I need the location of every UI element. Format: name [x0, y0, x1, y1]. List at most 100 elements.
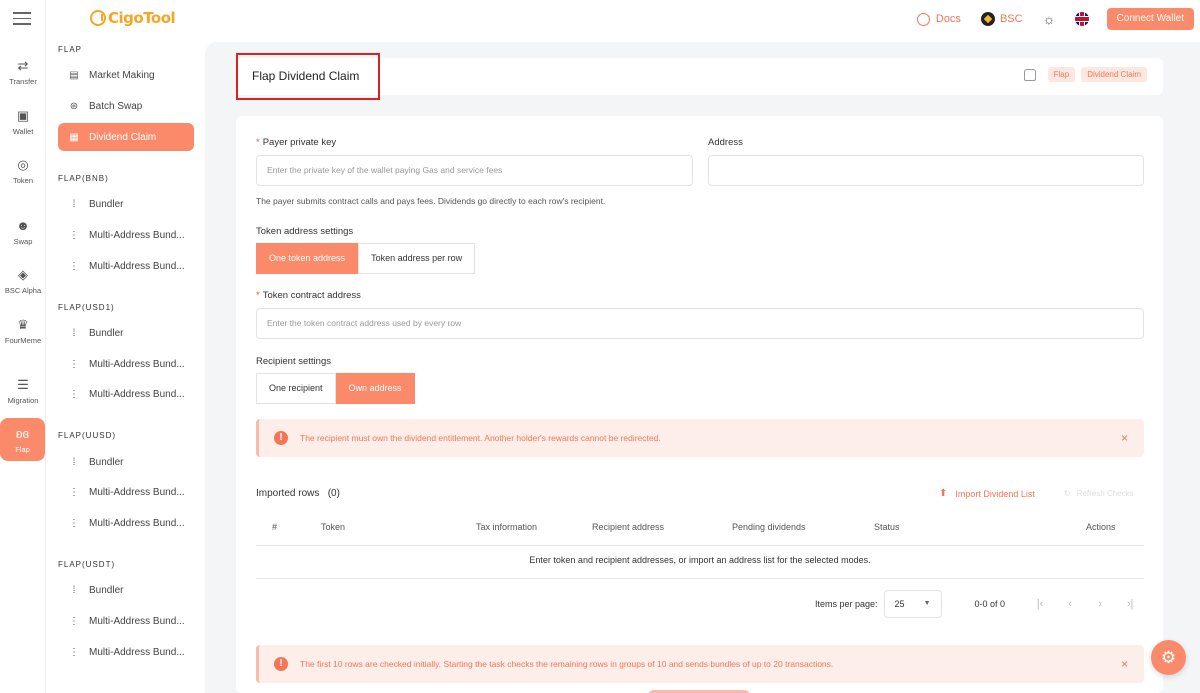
recipient-mode-toggle: One recipient Own address [256, 373, 415, 404]
payer-hint: The payer submits contract calls and pay… [256, 196, 606, 206]
rail-item-token[interactable]: ◎ Token [0, 157, 46, 185]
token-contract-input[interactable]: Enter the token contract address used by… [256, 308, 1144, 339]
import-dividend-list-button[interactable]: ⬆ Import Dividend List [939, 488, 1035, 499]
nav-item-usdt-multi-address-1[interactable]: ⋮ Multi-Address Bund... [58, 607, 194, 635]
address-field[interactable] [708, 155, 1144, 186]
token-icon: ◎ [17, 157, 29, 172]
multi-address-icon: ⋮ [69, 229, 79, 241]
icon-rail: ⇄ Transfer ▣ Wallet ◎ Token ☻ Swap ◈ BSC… [0, 0, 46, 693]
settings-gear-icon[interactable]: ⚙ [1151, 640, 1186, 675]
last-page-icon[interactable]: ›| [1115, 598, 1145, 610]
option-one-recipient[interactable]: One recipient [256, 373, 336, 404]
payer-private-key-label: * Payer private key [256, 137, 337, 148]
title-highlight-box [236, 53, 380, 100]
rail-item-swap[interactable]: ☻ Swap [0, 218, 46, 246]
payer-private-key-input[interactable]: Enter the private key of the wallet payi… [256, 155, 693, 186]
group-label-flap-usd1: FLAP(USD1) [58, 303, 115, 312]
hamburger-menu-icon[interactable] [13, 12, 31, 26]
rail-item-transfer[interactable]: ⇄ Transfer [0, 58, 46, 86]
token-settings-label: Token address settings [256, 226, 354, 237]
close-icon[interactable]: × [1121, 657, 1128, 671]
refresh-icon: ↻ [1064, 489, 1071, 498]
option-one-token-address[interactable]: One token address [256, 243, 359, 274]
prev-page-icon[interactable]: ‹ [1055, 598, 1085, 610]
gift-icon: ▦ [69, 131, 79, 143]
rail-item-wallet[interactable]: ▣ Wallet [0, 108, 46, 136]
imported-rows-title: Imported rows (0) [256, 488, 340, 499]
fourmeme-icon: ♛ [17, 317, 29, 332]
multi-address-icon: ⋮ [69, 517, 79, 529]
docs-icon [916, 12, 930, 26]
multi-address-icon: ⋮ [69, 646, 79, 658]
bsc-alpha-icon: ◈ [18, 267, 28, 282]
nav-item-market-making[interactable]: ▤ Market Making [58, 61, 194, 89]
secondary-sidebar: FLAP ▤ Market Making ⊛ Batch Swap ▦ Dividen… [48, 34, 203, 693]
column-header-token: Token [321, 522, 346, 532]
table-header-divider [256, 545, 1144, 546]
language-flag-uk-icon[interactable] [1074, 12, 1089, 26]
multi-address-icon: ⋮ [69, 388, 79, 400]
market-making-icon: ▤ [69, 69, 79, 81]
nav-item-bnb-multi-address-1[interactable]: ⋮ Multi-Address Bund... [58, 221, 194, 249]
nav-item-usd1-multi-address-2[interactable]: ⋮ Multi-Address Bund... [58, 380, 194, 408]
rail-item-flap[interactable]: ʚɞ Flap [0, 418, 45, 461]
docs-link[interactable]: Docs [916, 12, 961, 26]
nav-item-batch-swap[interactable]: ⊛ Batch Swap [58, 92, 194, 120]
bundler-icon: ⁞ [72, 198, 76, 210]
first-page-icon[interactable]: |‹ [1025, 598, 1055, 610]
bnb-chain-icon [980, 12, 995, 26]
transfer-icon: ⇄ [17, 58, 29, 73]
page-range: 0-0 of 0 [974, 599, 1006, 609]
rail-item-bsc-alpha[interactable]: ◈ BSC Alpha [0, 267, 46, 295]
address-label: Address [708, 137, 743, 148]
multi-address-icon: ⋮ [69, 260, 79, 272]
nav-item-usd1-multi-address-1[interactable]: ⋮ Multi-Address Bund... [58, 350, 194, 378]
nav-item-dividend-claim[interactable]: ▦ Dividend Claim [58, 123, 194, 151]
connect-wallet-button[interactable]: Connect Wallet [1106, 8, 1194, 30]
recipient-warning-alert: ! The recipient must own the dividend en… [256, 419, 1144, 457]
header-actions: Docs BSC ☼ Connect Wallet [916, 8, 1194, 30]
multi-address-icon: ⋮ [69, 615, 79, 627]
option-token-address-per-row[interactable]: Token address per row [358, 243, 476, 274]
option-own-address[interactable]: Own address [335, 373, 415, 404]
column-header-pending-dividends: Pending dividends [732, 522, 806, 532]
page-size-select[interactable]: 25 ▼ [883, 590, 942, 618]
next-page-icon[interactable]: › [1085, 598, 1115, 610]
rail-item-fourmeme[interactable]: ♛ FourMeme [0, 317, 46, 345]
column-header-actions: Actions [1086, 522, 1116, 532]
nav-item-uusd-multi-address-1[interactable]: ⋮ Multi-Address Bund... [58, 478, 194, 506]
column-header-tax-information: Tax information [476, 522, 538, 532]
nav-item-uusd-multi-address-2[interactable]: ⋮ Multi-Address Bund... [58, 509, 194, 537]
home-icon[interactable] [1023, 68, 1036, 81]
nav-item-bnb-bundler[interactable]: ⁞ Bundler [58, 190, 194, 218]
logo-mark-icon [90, 10, 106, 26]
group-label-flap-bnb: FLAP(BNB) [58, 174, 109, 183]
bundler-icon: ⁞ [72, 456, 76, 468]
rail-item-migration[interactable]: ☰ Migration [0, 377, 46, 405]
batch-info-alert: ! The first 10 rows are checked initiall… [256, 645, 1144, 683]
nav-item-usd1-bundler[interactable]: ⁞ Bundler [58, 319, 194, 347]
upload-icon: ⬆ [939, 488, 948, 499]
network-selector[interactable]: BSC [980, 12, 1023, 26]
close-icon[interactable]: × [1121, 431, 1128, 445]
app-logo[interactable]: CigoTool [90, 8, 176, 28]
theme-toggle-sun-icon[interactable]: ☼ [1043, 12, 1057, 26]
info-icon: ! [274, 657, 288, 671]
token-contract-label: * Token contract address [256, 290, 361, 301]
refresh-checks-button[interactable]: ↻ Refresh Checks [1064, 489, 1134, 498]
info-icon: ! [274, 431, 288, 445]
breadcrumb-flap[interactable]: Flap [1047, 67, 1076, 82]
nav-item-usdt-bundler[interactable]: ⁞ Bundler [58, 576, 194, 604]
bundler-icon: ⁞ [72, 327, 76, 339]
recipient-settings-label: Recipient settings [256, 356, 331, 367]
nav-item-uusd-bundler[interactable]: ⁞ Bundler [58, 448, 194, 476]
nav-item-bnb-multi-address-2[interactable]: ⋮ Multi-Address Bund... [58, 252, 194, 280]
chevron-down-icon: ▼ [923, 600, 931, 607]
form-card: * Payer private key Enter the private key… [236, 116, 1163, 693]
table-bottom-divider [256, 578, 1144, 579]
batch-swap-icon: ⊛ [69, 100, 79, 112]
swap-icon: ☻ [16, 218, 30, 233]
breadcrumb-dividend-claim: Dividend Claim [1081, 67, 1147, 82]
breadcrumb: Flap Dividend Claim [1023, 67, 1147, 82]
nav-item-usdt-multi-address-2[interactable]: ⋮ Multi-Address Bund... [58, 638, 194, 666]
